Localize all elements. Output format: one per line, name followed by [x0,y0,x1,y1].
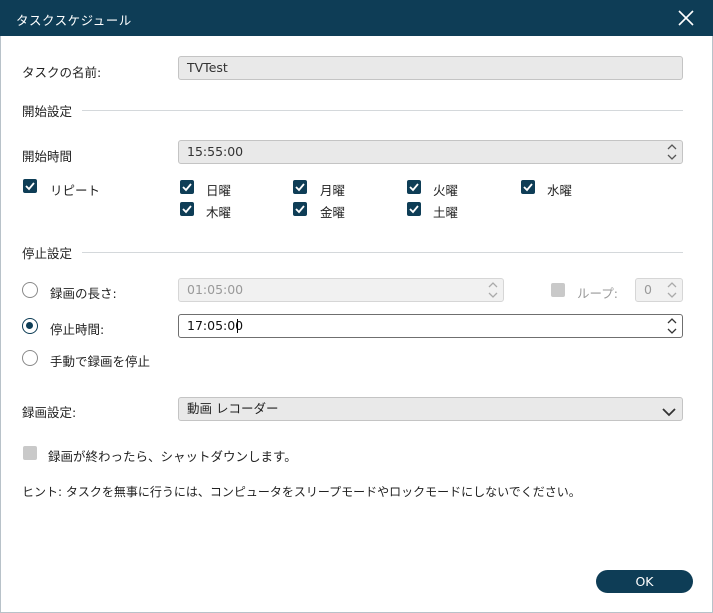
shutdown-checkbox[interactable] [23,446,37,460]
stop-time-value: 17:05:00 [187,318,244,333]
close-icon [678,10,694,26]
spinner-arrows-icon [488,282,498,298]
checkmark-icon [295,205,305,214]
duration-field[interactable]: 01:05:00 [178,278,504,302]
spinner-arrows-icon [667,318,677,334]
day-label-wed: 水曜 [547,183,573,198]
chevron-down-icon [662,403,676,425]
loop-spinner[interactable] [666,280,678,300]
loop-value: 0 [644,282,652,297]
stop-time-field[interactable]: 17:05:00 [178,314,683,338]
day-checkbox-fri[interactable] [293,202,307,216]
manual-stop-radio[interactable] [22,350,38,366]
task-name-label: タスクの名前: [22,65,102,80]
checkmark-icon [182,183,192,192]
duration-value: 01:05:00 [187,282,244,297]
checkmark-icon [409,205,419,214]
manual-stop-label: 手動で録画を停止 [50,354,151,369]
stop-time-spinner[interactable] [666,316,678,336]
day-label-tue: 火曜 [433,183,459,198]
loop-checkbox[interactable] [551,283,565,297]
duration-spinner[interactable] [487,280,499,300]
checkmark-icon [409,183,419,192]
stop-section-title: 停止設定 [22,246,73,261]
checkmark-icon [523,183,533,192]
task-name-field[interactable]: TVTest [178,56,683,80]
recording-settings-select[interactable]: 動画 レコーダー [178,397,683,421]
start-time-label: 開始時間 [22,149,73,164]
day-label-mon: 月曜 [320,183,346,198]
checkmark-icon [25,182,35,191]
stop-time-label: 停止時間: [50,322,105,337]
spinner-arrows-icon [667,144,677,160]
shutdown-label: 録画が終わったら、シャットダウンします。 [48,449,297,464]
day-checkbox-tue[interactable] [407,180,421,194]
repeat-label: リピート [50,183,101,198]
checkmark-icon [182,205,192,214]
duration-radio[interactable] [22,282,38,298]
task-name-value: TVTest [187,60,228,75]
repeat-checkbox[interactable] [23,179,37,193]
start-time-spinner[interactable] [666,142,678,162]
spinner-arrows-icon [667,282,677,298]
day-checkbox-wed[interactable] [521,180,535,194]
day-label-fri: 金曜 [320,205,346,220]
recording-settings-value: 動画 レコーダー [187,401,279,416]
loop-field[interactable]: 0 [635,278,683,302]
day-label-sun: 日曜 [206,183,232,198]
start-section-title: 開始設定 [22,104,73,119]
duration-label: 録画の長さ: [50,286,117,301]
start-section-divider [82,110,683,111]
stop-time-radio[interactable] [22,318,38,334]
title-bar: タスクスケジュール [0,0,713,36]
day-label-thu: 木曜 [206,205,232,220]
text-cursor [237,319,238,333]
loop-label: ループ: [577,286,618,301]
start-time-value: 15:55:00 [187,144,244,159]
day-checkbox-thu[interactable] [180,202,194,216]
ok-button[interactable]: OK [596,570,693,593]
recording-settings-label: 録画設定: [22,405,77,420]
window-title: タスクスケジュール [16,13,132,28]
hint-text: ヒント: タスクを無事に行うには、コンピュータをスリープモードやロックモードにし… [22,485,581,499]
day-label-sat: 土曜 [433,205,459,220]
day-checkbox-mon[interactable] [293,180,307,194]
close-button[interactable] [672,4,700,32]
checkmark-icon [295,183,305,192]
day-checkbox-sat[interactable] [407,202,421,216]
stop-section-divider [82,252,683,253]
start-time-field[interactable]: 15:55:00 [178,140,683,164]
day-checkbox-sun[interactable] [180,180,194,194]
